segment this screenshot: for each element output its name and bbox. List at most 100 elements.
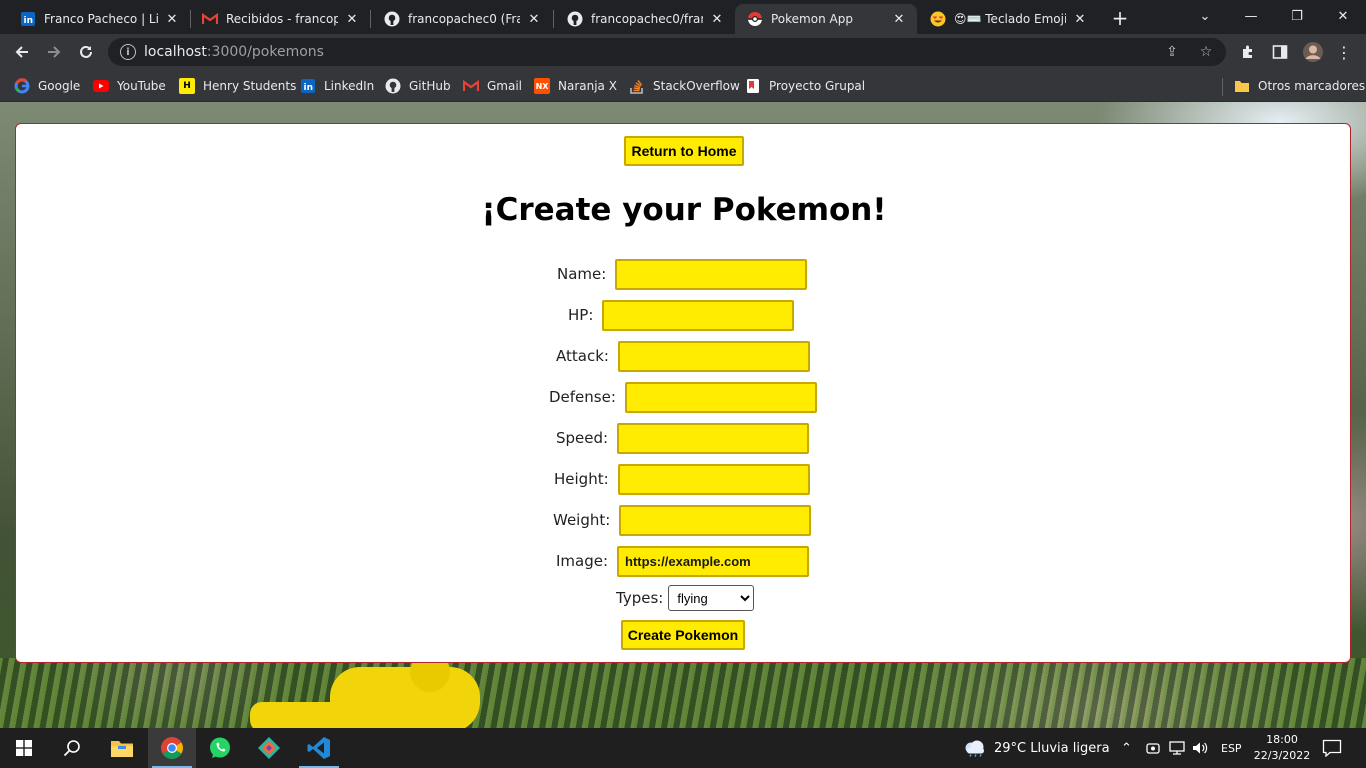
reload-button[interactable]	[74, 40, 98, 64]
weight-label: Weight:	[553, 511, 611, 529]
clock[interactable]: 18:00 22/3/2022	[1252, 732, 1312, 764]
notifications-icon[interactable]	[1322, 728, 1342, 768]
bookmark-naranja-x[interactable]: NX Naranja X	[534, 76, 617, 96]
height-field-row: Height:	[554, 463, 810, 495]
tab-teclado-emoji[interactable]: 😍⌨️ Teclado Emoji ¿ ✕	[918, 4, 1098, 34]
bookmark-label: StackOverflow	[653, 79, 740, 93]
bookmark-gmail[interactable]: Gmail	[463, 76, 522, 96]
network-icon[interactable]	[1169, 728, 1185, 768]
restore-button[interactable]: ❐	[1274, 0, 1320, 32]
bookmark-henry-students[interactable]: H Henry Students	[179, 76, 296, 96]
speed-input[interactable]	[617, 422, 810, 454]
vscode-icon	[307, 737, 330, 759]
close-icon[interactable]: ✕	[891, 11, 907, 27]
tab-linkedin[interactable]: in Franco Pacheco | LinkedIn ✕	[8, 4, 190, 34]
defense-input[interactable]	[624, 381, 817, 413]
vscode-button[interactable]	[295, 728, 343, 768]
types-select[interactable]: flying	[668, 585, 755, 611]
extensions-icon[interactable]	[1236, 40, 1260, 64]
new-tab-button[interactable]: +	[1108, 6, 1132, 30]
share-icon[interactable]: ⇪	[1163, 43, 1181, 61]
whatsapp-button[interactable]	[196, 728, 244, 768]
chrome-icon	[161, 737, 183, 759]
minimize-button[interactable]: —	[1228, 0, 1274, 32]
volume-icon[interactable]	[1192, 728, 1208, 768]
bookmark-linkedin[interactable]: in LinkedIn	[300, 76, 374, 96]
tab-title: 😍⌨️ Teclado Emoji ¿	[954, 12, 1066, 26]
back-button[interactable]	[10, 40, 34, 64]
tab-title: Recibidos - francopacheco	[226, 12, 338, 26]
attack-field-row: Attack:	[556, 340, 810, 372]
tab-github-profile[interactable]: francopachec0 (Franco Pacheco) ✕	[372, 4, 552, 34]
google-icon	[14, 78, 30, 94]
github-icon	[385, 78, 401, 94]
search-button[interactable]	[48, 728, 96, 768]
folder-icon	[1234, 78, 1250, 94]
emoji-icon	[930, 11, 946, 27]
forward-button[interactable]	[42, 40, 66, 64]
defense-field-row: Defense:	[549, 381, 817, 413]
tab-github-repo[interactable]: francopachec0/francopachec0 ✕	[555, 4, 735, 34]
bookmark-label: YouTube	[117, 79, 166, 93]
gitkraken-icon	[258, 737, 280, 759]
start-button[interactable]	[0, 728, 48, 768]
name-field-row: Name:	[557, 258, 808, 290]
bookmark-icon	[745, 78, 761, 94]
naranjax-icon: NX	[534, 78, 550, 94]
side-panel-icon[interactable]	[1268, 40, 1292, 64]
profile-avatar[interactable]	[1301, 40, 1325, 64]
weight-field-row: Weight:	[553, 504, 812, 536]
close-icon[interactable]: ✕	[1072, 11, 1088, 27]
name-input[interactable]	[615, 258, 808, 290]
menu-icon[interactable]: ⋮	[1332, 40, 1356, 64]
speed-field-row: Speed:	[556, 422, 810, 454]
bookmark-proyecto-grupal[interactable]: Proyecto Grupal	[745, 76, 865, 96]
height-input[interactable]	[617, 463, 810, 495]
henry-icon: H	[179, 78, 195, 94]
close-icon[interactable]: ✕	[526, 11, 542, 27]
webcam-icon[interactable]	[1146, 728, 1160, 768]
height-label: Height:	[554, 470, 609, 488]
attack-input[interactable]	[617, 340, 810, 372]
stackoverflow-icon	[629, 78, 645, 94]
info-icon[interactable]: i	[120, 44, 136, 60]
bookmark-stackoverflow[interactable]: StackOverflow	[629, 76, 740, 96]
speed-label: Speed:	[556, 429, 609, 447]
hp-input[interactable]	[602, 299, 795, 331]
file-explorer-button[interactable]	[98, 728, 146, 768]
other-bookmarks[interactable]: Otros marcadores	[1234, 76, 1365, 96]
bookmark-google[interactable]: Google	[14, 76, 80, 96]
tray-overflow-chevron-icon[interactable]: ⌃	[1121, 728, 1132, 768]
weight-input[interactable]	[619, 504, 812, 536]
pokeball-icon	[747, 11, 763, 27]
address-bar[interactable]: i localhost:3000/pokemons ⇪ ☆	[108, 38, 1226, 66]
bookmark-label: Gmail	[487, 79, 523, 93]
close-window-button[interactable]: ✕	[1320, 0, 1366, 32]
tab-pokemon-app[interactable]: Pokemon App ✕	[735, 4, 917, 34]
bookmark-label: Google	[38, 79, 81, 93]
language-indicator[interactable]: ESP	[1221, 728, 1242, 768]
weather-widget[interactable]: 29°C Lluvia ligera	[962, 728, 1110, 768]
return-home-button[interactable]: Return to Home	[624, 136, 744, 166]
whatsapp-icon	[210, 737, 230, 758]
bookmark-github[interactable]: GitHub	[385, 76, 451, 96]
close-icon[interactable]: ✕	[709, 11, 725, 27]
tab-search-icon[interactable]: ⌄	[1182, 0, 1228, 32]
bookmark-youtube[interactable]: YouTube	[93, 76, 166, 96]
create-pokemon-button[interactable]: Create Pokemon	[621, 620, 745, 650]
close-icon[interactable]: ✕	[164, 11, 180, 27]
gitkraken-button[interactable]	[245, 728, 293, 768]
bookmark-label: Henry Students	[203, 79, 297, 93]
close-icon[interactable]: ✕	[344, 11, 360, 27]
browser-toolbar: i localhost:3000/pokemons ⇪ ☆ ⋮	[0, 34, 1366, 70]
github-icon	[567, 11, 583, 27]
chrome-taskbar-button[interactable]	[148, 728, 196, 768]
image-input[interactable]	[617, 545, 810, 577]
arrow-right-icon	[48, 46, 61, 58]
types-label: Types:	[616, 589, 664, 607]
url-host: localhost	[144, 44, 207, 60]
types-field-row: Types: flying	[616, 585, 755, 611]
background-grass	[0, 658, 1366, 728]
star-icon[interactable]: ☆	[1197, 43, 1215, 61]
tab-gmail[interactable]: Recibidos - francopacheco ✕	[190, 4, 370, 34]
